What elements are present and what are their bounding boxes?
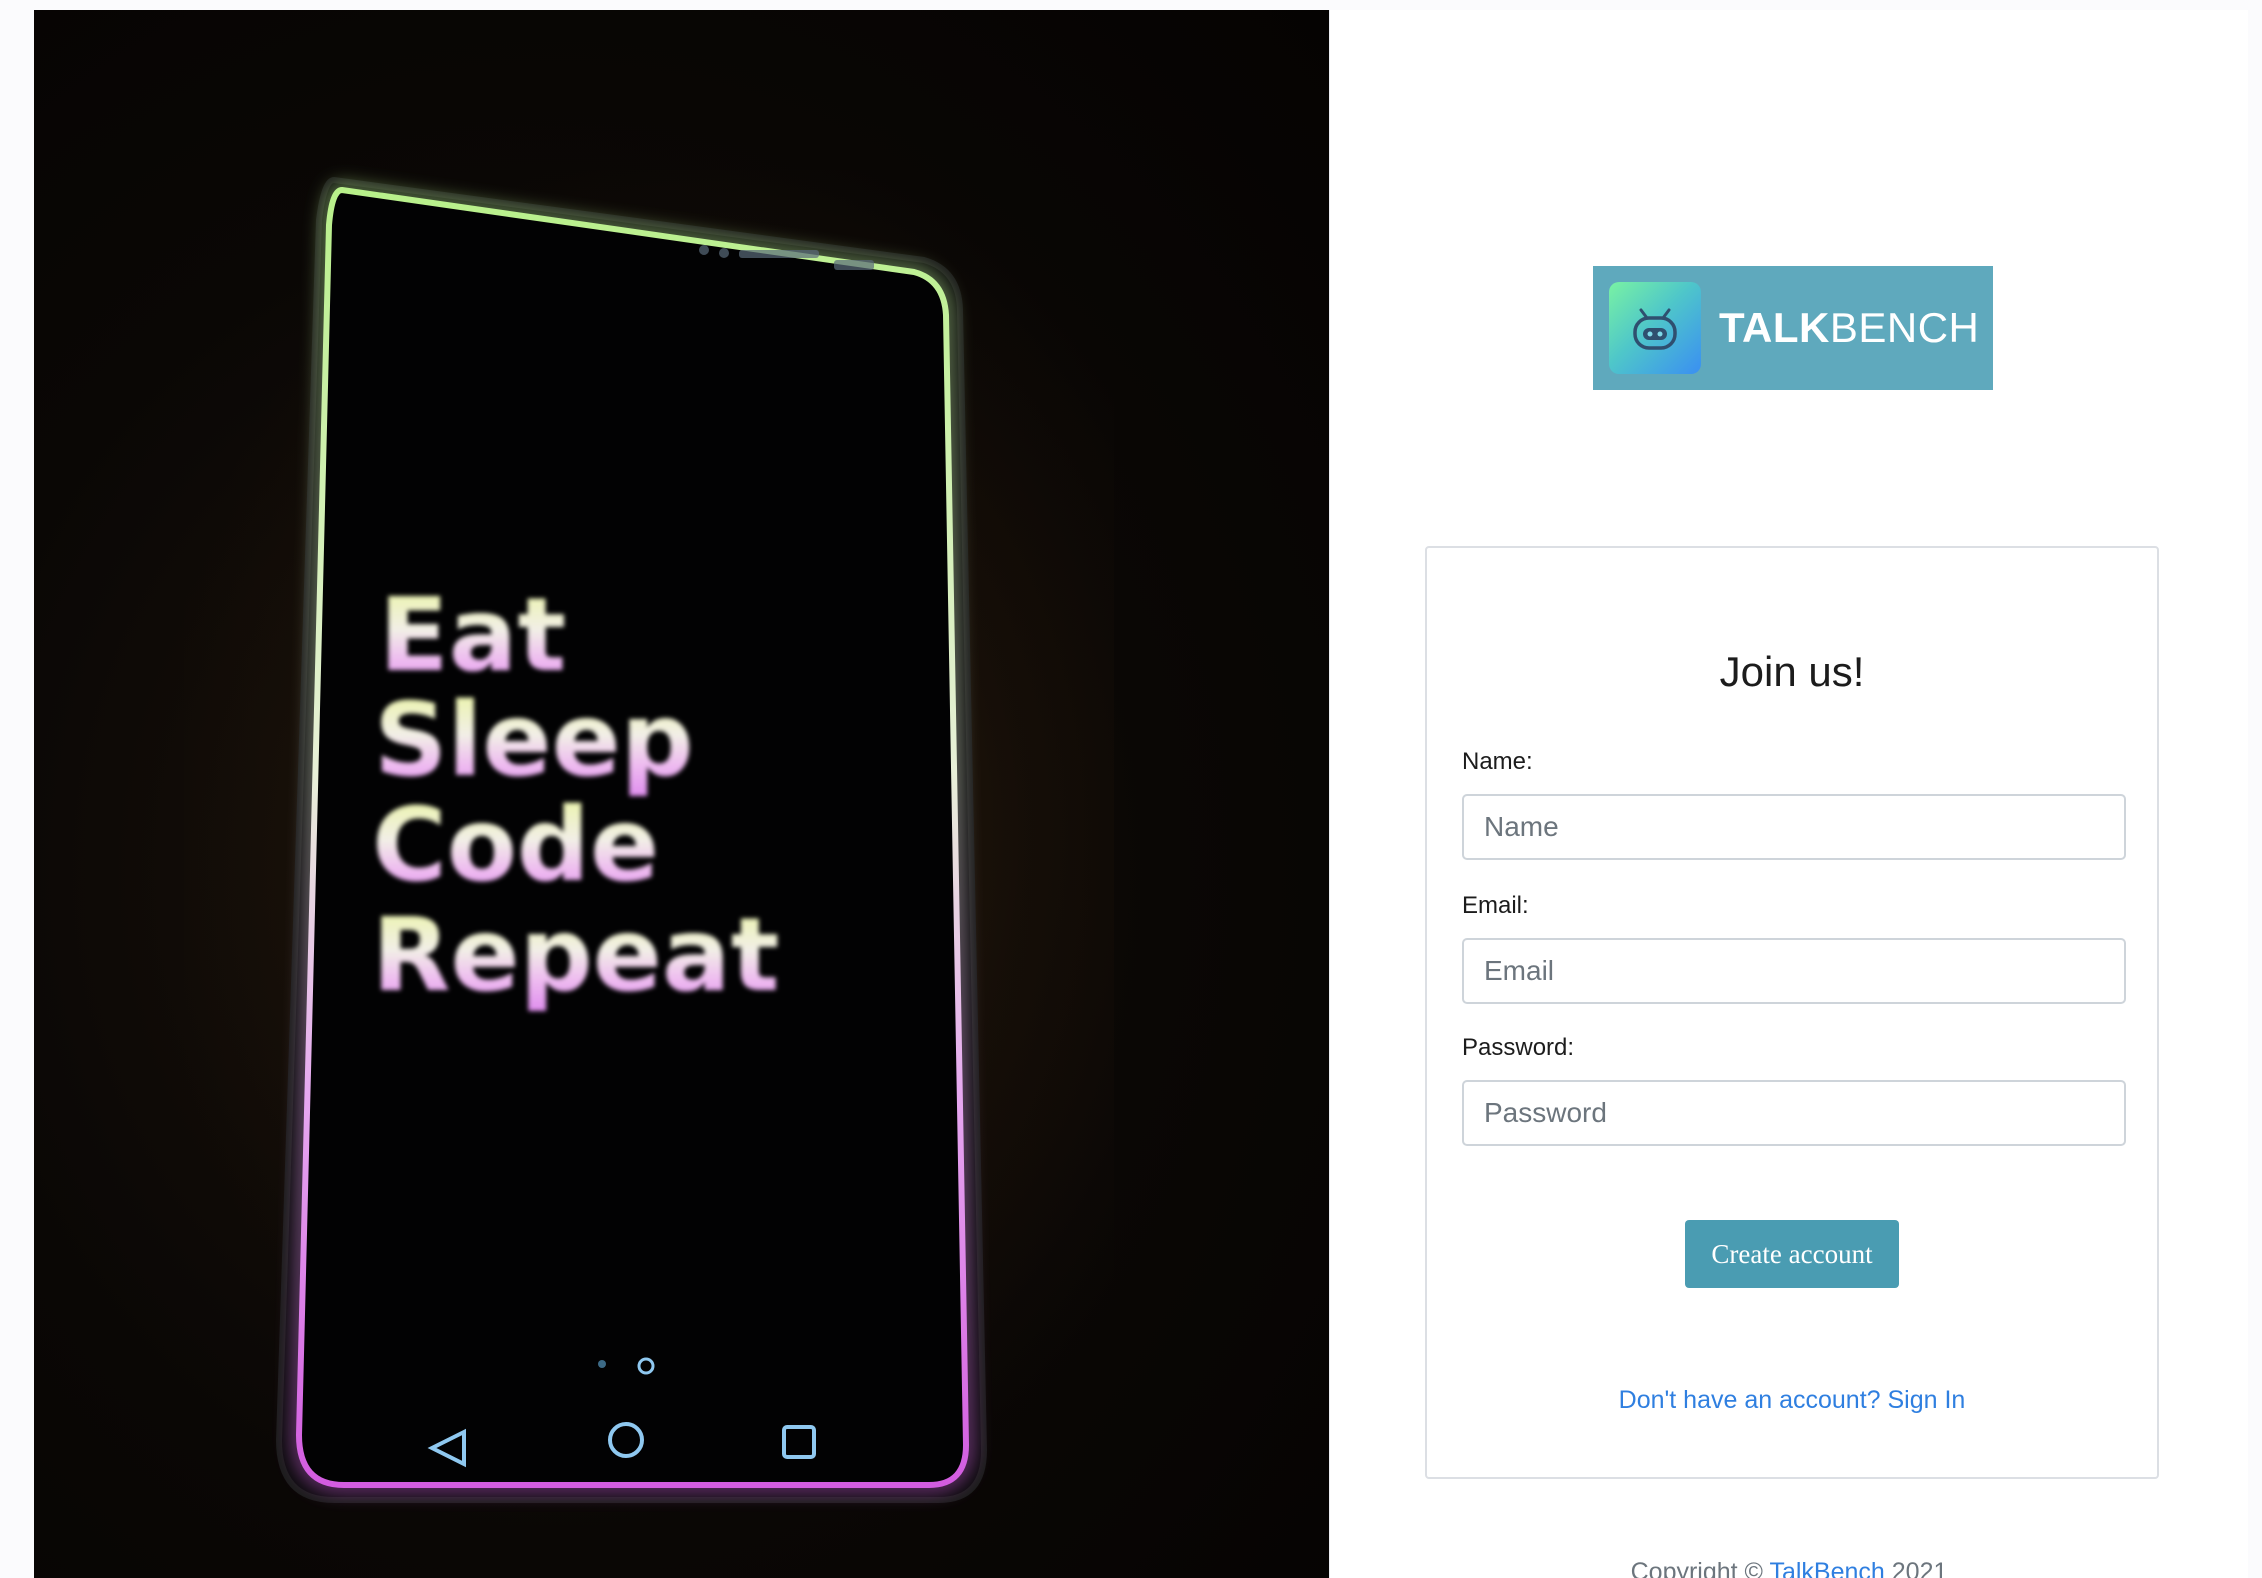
footer-brand-link[interactable]: TalkBench xyxy=(1769,1558,1884,1578)
brand-name-light: BENCH xyxy=(1829,304,1980,351)
email-label: Email: xyxy=(1462,892,1529,919)
signup-card: Join us! Name: Email: Password: Create a… xyxy=(1425,546,2159,1479)
name-input[interactable] xyxy=(1462,794,2126,860)
brand-name-bold: TALK xyxy=(1719,304,1830,351)
hero-image: Eat Sleep Code Repeat xyxy=(34,10,1329,1578)
slogan-line-2: Sleep xyxy=(374,681,694,800)
sign-in-link[interactable]: Don't have an account? Sign In xyxy=(1427,1386,2157,1415)
page-dot xyxy=(598,1360,606,1368)
brand-wordmark: TALKBENCH xyxy=(1719,304,1979,352)
create-account-button[interactable]: Create account xyxy=(1685,1220,1899,1288)
talkbench-logo: TALKBENCH xyxy=(1593,266,1993,390)
slogan-line-3: Code xyxy=(372,786,659,905)
slogan-line-4: Repeat xyxy=(372,896,780,1015)
copyright-footer: Copyright © TalkBench 2021 xyxy=(1330,1558,2248,1578)
robot-icon xyxy=(1609,282,1701,374)
signup-page: Eat Sleep Code Repeat TALKBENCH Join us!… xyxy=(0,0,2262,1578)
form-title: Join us! xyxy=(1719,648,1865,695)
password-label: Password: xyxy=(1462,1034,1575,1061)
slogan-line-1: Eat xyxy=(379,576,566,695)
name-label: Name: xyxy=(1462,748,1533,775)
copyright-year: 2021 xyxy=(1884,1558,1948,1578)
copyright-prefix: Copyright © xyxy=(1630,1558,1770,1578)
email-input[interactable] xyxy=(1462,938,2126,1004)
phone-illustration: Eat Sleep Code Repeat xyxy=(275,176,988,1503)
password-input[interactable] xyxy=(1462,1080,2126,1146)
signup-panel: TALKBENCH Join us! Name: Email: Password… xyxy=(1329,10,2248,1578)
